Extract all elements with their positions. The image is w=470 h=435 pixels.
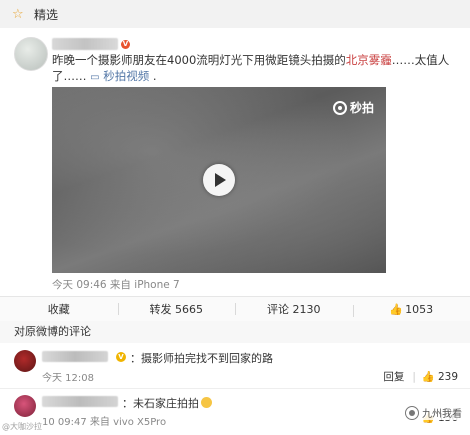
comment-actions: 回复 | 👍 239 (383, 369, 458, 384)
comment-time: 今天 12:08 (42, 369, 94, 384)
post-topic-link[interactable]: 北京雾霾 (346, 53, 392, 67)
comment-text: ：摄影师拍完找不到回家的路 (130, 350, 273, 366)
watermark-right: 九州我看 (405, 405, 462, 420)
header-bar: ☆ 精选 (0, 0, 470, 29)
author-name-blurred[interactable] (52, 38, 118, 50)
comment-item: V ：摄影师拍完找不到回家的路 今天 12:08 回复 | 👍 239 (0, 343, 470, 388)
page: ☆ 精选 V 昨晚一个摄影师朋友在4000流明灯光下用微距镜头拍摄的北京雾霾……… (0, 0, 470, 434)
comment-item: ：未石家庄拍拍 10 09:47 来自 vivo X5Pro 👍 136 (0, 388, 470, 435)
comment-like-count: 239 (438, 371, 458, 383)
comments-section-title: 对原微博的评论 (0, 321, 470, 343)
commenter-name-blurred[interactable] (42, 396, 118, 407)
vip-badge-icon: V (121, 40, 130, 49)
wechat-logo-icon (405, 406, 419, 420)
repost-button[interactable]: 转发 5665 (118, 301, 236, 317)
star-icon[interactable]: ☆ (12, 7, 26, 22)
miaopai-logo-icon (333, 101, 347, 115)
post-text-main: 昨晚一个摄影师朋友在4000流明灯光下用微距镜头拍摄的 (52, 53, 346, 67)
video-brand-label: 秒拍 (350, 99, 374, 116)
video-brand-logo: 秒拍 (333, 99, 374, 116)
commenter-avatar[interactable] (14, 395, 36, 417)
comment-button[interactable]: 评论 2130 (235, 301, 353, 317)
author-avatar[interactable] (14, 37, 48, 71)
vip-badge-icon: V (116, 352, 126, 362)
video-link[interactable]: 秒拍视频 (103, 69, 149, 83)
thumbs-up-icon[interactable]: 👍 (422, 370, 435, 383)
comment-time: 10 09:47 来自 vivo X5Pro (42, 413, 166, 428)
post-timestamp: 今天 09:46 来自 iPhone 7 (52, 277, 180, 292)
action-bar: 收藏 转发 5665 评论 2130 👍1053 (0, 296, 470, 322)
comment-text: ：未石家庄拍拍 (122, 395, 212, 411)
video-icon: ▭ (90, 72, 99, 83)
comment-text-content: ：未石家庄拍拍 (122, 397, 199, 410)
divider: | (412, 371, 416, 383)
favorite-button[interactable]: 收藏 (0, 301, 118, 317)
play-button-icon[interactable] (203, 164, 235, 196)
comments-title-label: 对原微博的评论 (14, 325, 91, 338)
weibo-post: V 昨晚一个摄影师朋友在4000流明灯光下用微距镜头拍摄的北京雾霾……太值人了…… (0, 28, 470, 296)
commenter-name-blurred[interactable] (42, 351, 108, 362)
reply-button[interactable]: 回复 (383, 369, 404, 384)
post-text: 昨晚一个摄影师朋友在4000流明灯光下用微距镜头拍摄的北京雾霾……太值人了…… … (52, 52, 456, 86)
watermark-right-label: 九州我看 (422, 405, 462, 420)
commenter-avatar[interactable] (14, 350, 36, 372)
like-button[interactable]: 👍1053 (353, 303, 470, 316)
like-count: 1053 (405, 303, 433, 316)
header-title: 精选 (34, 6, 58, 23)
video-player[interactable]: 秒拍 (52, 87, 386, 273)
thumbs-up-icon: 👍 (389, 303, 403, 316)
watermark-left: @大咖沙拉 (2, 421, 42, 432)
emoji-icon (201, 397, 212, 408)
